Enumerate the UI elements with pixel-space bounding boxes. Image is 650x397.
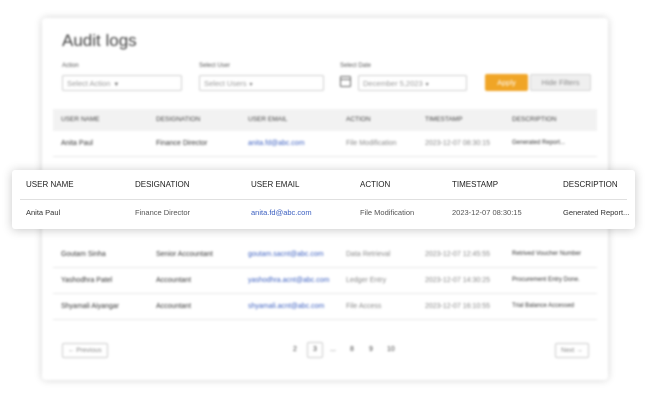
stage: Audit logs Action Select Action ▼ Select … [0, 0, 650, 397]
column-header-user-email: USER EMAIL [248, 116, 288, 123]
cell-user-name: Goutam Sinha [61, 251, 106, 258]
cell-designation: Senior Accountant [156, 251, 213, 258]
cell-user-name: Shyamali Aiyangar [61, 303, 119, 310]
user-filter-label: Select User [199, 63, 231, 69]
focus-cell-timestamp: 2023-12-07 08:30:15 [452, 208, 522, 217]
column-header-user-name: USER NAME [61, 116, 100, 123]
cell-description: Generated Report... [512, 140, 566, 146]
focus-header-user-name: USER NAME [26, 180, 74, 189]
table-row[interactable]: Anita Paul Finance Director anita.fd@abc… [53, 131, 597, 157]
page-8-link[interactable]: 8 [350, 346, 354, 353]
focus-header-timestamp: TIMESTAMP [452, 180, 499, 189]
table-row[interactable]: Goutam Sinha Senior Accountant goutam.sa… [53, 242, 597, 268]
focus-header-user-email: USER EMAIL [251, 180, 300, 189]
action-filter-label: Action [62, 63, 79, 69]
chevron-down-icon: ▼ [113, 82, 120, 88]
cell-description: Retrived Voucher Number [512, 251, 582, 257]
page-ellipsis: ... [330, 346, 336, 353]
page-2-link[interactable]: 2 [293, 346, 297, 353]
date-filter-label: Select Date [340, 63, 372, 69]
focus-cell-designation: Finance Director [135, 208, 191, 217]
cell-description: Trial Balance Accessed [512, 303, 575, 309]
column-header-description: DESCRIPTION [512, 116, 557, 123]
user-select[interactable]: Select Users ▾ [199, 75, 324, 91]
user-select-placeholder: Select Users [204, 79, 247, 88]
column-header-timestamp: TIMESTAMP [425, 116, 463, 123]
date-select-value: December 5,2023 [363, 79, 423, 88]
page-3-link-current[interactable]: 3 [307, 342, 323, 358]
cell-action: File Access [346, 303, 382, 310]
cell-designation: Finance Director [156, 140, 208, 147]
calendar-icon[interactable] [340, 76, 351, 87]
cell-user-name: Yashodhra Patel [61, 277, 113, 284]
cell-timestamp: 2023-12-07 12:45:55 [425, 251, 490, 258]
cell-user-email[interactable]: anita.fd@abc.com [248, 140, 305, 147]
cell-action: Ledger Entry [346, 277, 387, 284]
focused-row-callout: USER NAME DESIGNATION USER EMAIL ACTION … [12, 170, 635, 229]
cell-action: Data Retrieval [346, 251, 391, 258]
table-header: USER NAME DESIGNATION USER EMAIL ACTION … [53, 109, 597, 131]
cell-user-email[interactable]: goutam.sacnt@abc.com [248, 251, 324, 258]
apply-button[interactable]: Apply [485, 74, 528, 91]
focus-cell-user-name: Anita Paul [26, 208, 61, 217]
focus-cell-user-email[interactable]: anita.fd@abc.com [251, 208, 312, 217]
divider [20, 199, 627, 200]
focus-header-action: ACTION [360, 180, 391, 189]
cell-description: Procurement Entry Done. [512, 277, 580, 283]
page-10-link[interactable]: 10 [387, 346, 395, 353]
chevron-down-icon: ▾ [249, 82, 253, 88]
cell-timestamp: 2023-12-07 16:10:55 [425, 303, 490, 310]
cell-timestamp: 2023-12-07 08:30:15 [425, 140, 490, 147]
chevron-down-icon: ▾ [425, 82, 429, 88]
column-header-action: ACTION [346, 116, 371, 123]
cell-user-email[interactable]: shyamali.acnt@abc.com [248, 303, 324, 310]
focus-header-description: DESCRIPTION [563, 180, 618, 189]
cell-user-name: Anita Paul [61, 140, 93, 147]
cell-user-email[interactable]: yashodhra.acnt@abc.com [248, 277, 329, 284]
table-row[interactable]: Shyamali Aiyangar Accountant shyamali.ac… [53, 294, 597, 320]
page-9-link[interactable]: 9 [369, 346, 373, 353]
previous-page-button[interactable]: ← Previous [62, 343, 108, 358]
cell-timestamp: 2023-12-07 14:30:25 [425, 277, 490, 284]
cell-designation: Accountant [156, 303, 192, 310]
next-page-button[interactable]: Next → [555, 343, 589, 358]
action-select-placeholder: Select Action [67, 79, 111, 88]
page-title: Audit logs [62, 31, 137, 50]
focus-cell-action: File Modification [360, 208, 415, 217]
cell-action: File Modification [346, 140, 397, 147]
date-select[interactable]: December 5,2023 ▾ [358, 75, 467, 91]
table-row[interactable]: Yashodhra Patel Accountant yashodhra.acn… [53, 268, 597, 294]
cell-designation: Accountant [156, 277, 192, 284]
focus-cell-description: Generated Report... [563, 208, 630, 217]
action-select[interactable]: Select Action ▼ [62, 75, 182, 91]
column-header-designation: DESIGNATION [156, 116, 201, 123]
hide-filters-button[interactable]: Hide Filters [530, 74, 591, 91]
focus-header-designation: DESIGNATION [135, 180, 190, 189]
